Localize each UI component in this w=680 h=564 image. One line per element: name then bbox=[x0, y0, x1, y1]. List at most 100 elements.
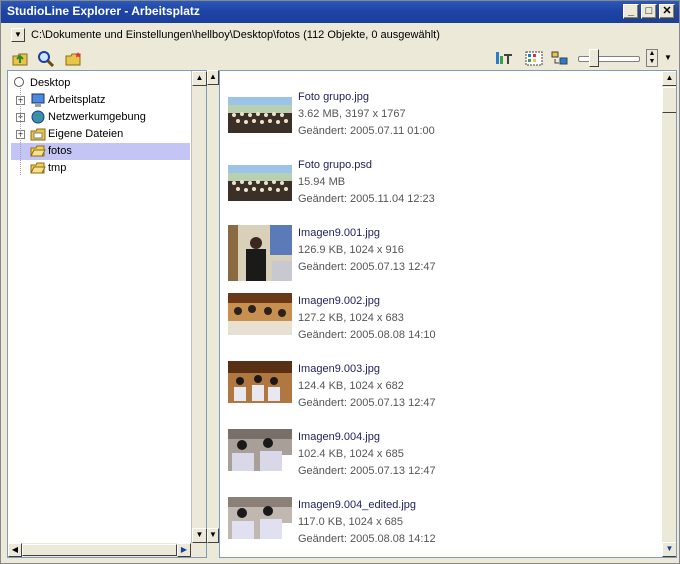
address-bar: ▼ C:\Dokumente und Einstellungen\hellboy… bbox=[5, 26, 677, 45]
tree-connector-line bbox=[20, 85, 21, 175]
file-size: 124.4 KB, 1024 x 682 bbox=[298, 380, 404, 392]
file-item[interactable]: Imagen9.004.jpg 102.4 KB, 1024 x 685 Geä… bbox=[228, 429, 658, 495]
address-path[interactable]: C:\Dokumente und Einstellungen\hellboy\D… bbox=[31, 29, 440, 41]
slider-handle[interactable] bbox=[589, 49, 599, 67]
chevron-down-icon[interactable]: ▼ bbox=[649, 58, 656, 65]
tree-item-desktop[interactable]: Desktop bbox=[8, 75, 190, 92]
tree-item-fotos[interactable]: fotos bbox=[11, 143, 190, 160]
scroll-down-button[interactable]: ▼ bbox=[662, 542, 676, 557]
file-item[interactable]: Imagen9.003.jpg 124.4 KB, 1024 x 682 Geä… bbox=[228, 361, 658, 427]
file-info: Foto grupo.psd 15.94 MB Geändert: 2005.1… bbox=[298, 157, 435, 208]
file-info: Imagen9.004.jpg 102.4 KB, 1024 x 685 Geä… bbox=[298, 429, 436, 480]
file-size: 15.94 MB bbox=[298, 176, 346, 188]
file-size: 126.9 KB, 1024 x 916 bbox=[298, 244, 404, 256]
tree-item-netzwerkumgebung[interactable]: + Netzwerkumgebung bbox=[8, 109, 190, 126]
new-folder-icon[interactable] bbox=[65, 50, 83, 67]
address-dropdown-button[interactable]: ▼ bbox=[11, 28, 25, 42]
chevron-up-icon[interactable]: ▲ bbox=[649, 50, 656, 57]
sort-icon[interactable] bbox=[495, 50, 513, 67]
view-grid-icon[interactable] bbox=[525, 50, 543, 67]
explorer-window: StudioLine Explorer - Arbeitsplatz _ □ ✕… bbox=[0, 0, 680, 564]
file-modified: Geändert: 2005.07.13 12:47 bbox=[298, 465, 436, 477]
tree-horizontal-scrollbar[interactable]: ◀ ▶ bbox=[8, 543, 206, 557]
vertical-scroll-thumb[interactable] bbox=[662, 87, 676, 113]
thumbnail-size-spinner[interactable]: ▲ ▼ bbox=[646, 49, 658, 67]
file-info: Foto grupo.jpg 3.62 MB, 3197 x 1767 Geän… bbox=[298, 89, 435, 140]
maximize-icon: □ bbox=[645, 5, 653, 17]
file-info: Imagen9.004_edited.jpg 117.0 KB, 1024 x … bbox=[298, 497, 436, 548]
file-modified: Geändert: 2005.08.08 14:12 bbox=[298, 533, 436, 545]
splitter-up-button[interactable]: ▲ bbox=[207, 70, 219, 85]
maximize-button[interactable]: □ bbox=[641, 4, 657, 19]
file-modified: Geändert: 2005.11.04 12:23 bbox=[298, 193, 435, 205]
toolbar-overflow-icon[interactable]: ▼ bbox=[664, 53, 672, 62]
file-name: Foto grupo.jpg bbox=[298, 91, 369, 103]
close-icon: ✕ bbox=[662, 5, 672, 17]
chevron-down-icon: ▼ bbox=[14, 30, 22, 39]
thumbnail-image[interactable] bbox=[228, 165, 292, 201]
file-item[interactable]: Imagen9.004_edited.jpg 117.0 KB, 1024 x … bbox=[228, 497, 658, 557]
documents-folder-icon bbox=[30, 127, 46, 142]
close-button[interactable]: ✕ bbox=[659, 4, 675, 19]
tree-item-label: tmp bbox=[48, 162, 67, 174]
file-size: 3.62 MB, 3197 x 1767 bbox=[298, 108, 406, 120]
minimize-icon: _ bbox=[627, 5, 635, 17]
folder-tree-pane: Desktop + Arbeitsplatz + Netzwerkumgebun… bbox=[7, 70, 207, 558]
tree-item-label: Eigene Dateien bbox=[48, 128, 124, 140]
file-modified: Geändert: 2005.08.08 14:10 bbox=[298, 329, 436, 341]
folder-icon bbox=[30, 161, 46, 176]
thumbnail-image[interactable] bbox=[228, 429, 292, 471]
file-modified: Geändert: 2005.07.11 01:00 bbox=[298, 125, 435, 137]
splitter-down-button[interactable]: ▼ bbox=[207, 528, 219, 543]
computer-icon bbox=[30, 93, 46, 108]
pane-splitter[interactable]: ▲ ▼ bbox=[207, 70, 219, 558]
window-title: StudioLine Explorer - Arbeitsplatz bbox=[7, 4, 200, 18]
search-icon[interactable] bbox=[37, 50, 55, 68]
tree-item-label: Netzwerkumgebung bbox=[48, 111, 146, 123]
thumbnail-image[interactable] bbox=[228, 97, 292, 133]
folder-tree: Desktop + Arbeitsplatz + Netzwerkumgebun… bbox=[8, 71, 190, 543]
scroll-up-button[interactable]: ▲ bbox=[192, 71, 207, 86]
scroll-down-button[interactable]: ▼ bbox=[192, 528, 207, 543]
thumbnail-image[interactable] bbox=[228, 225, 292, 281]
thumbnail-image[interactable] bbox=[228, 361, 292, 403]
scroll-right-button[interactable]: ▶ bbox=[177, 543, 191, 557]
file-list-pane: Foto grupo.jpg 3.62 MB, 3197 x 1767 Geän… bbox=[219, 70, 677, 558]
arrange-icon[interactable] bbox=[551, 50, 569, 67]
desktop-icon bbox=[14, 77, 24, 87]
file-modified: Geändert: 2005.07.13 12:47 bbox=[298, 397, 436, 409]
file-item[interactable]: Foto grupo.psd 15.94 MB Geändert: 2005.1… bbox=[228, 157, 658, 223]
file-info: Imagen9.002.jpg 127.2 KB, 1024 x 683 Geä… bbox=[298, 293, 436, 344]
file-modified: Geändert: 2005.07.13 12:47 bbox=[298, 261, 436, 273]
minimize-button[interactable]: _ bbox=[623, 4, 639, 19]
network-globe-icon bbox=[30, 110, 46, 125]
file-name: Imagen9.004_edited.jpg bbox=[298, 499, 417, 511]
file-size: 117.0 KB, 1024 x 685 bbox=[298, 516, 403, 528]
title-bar[interactable]: StudioLine Explorer - Arbeitsplatz _ □ ✕ bbox=[1, 1, 679, 23]
scroll-up-button[interactable]: ▲ bbox=[662, 71, 676, 86]
file-size: 102.4 KB, 1024 x 685 bbox=[298, 448, 404, 460]
horizontal-scroll-thumb[interactable] bbox=[22, 544, 177, 556]
up-folder-icon[interactable] bbox=[11, 50, 29, 67]
file-list-vertical-scrollbar[interactable]: ▲ ▼ bbox=[662, 71, 676, 557]
file-item[interactable]: Imagen9.002.jpg 127.2 KB, 1024 x 683 Geä… bbox=[228, 293, 658, 359]
file-name: Imagen9.003.jpg bbox=[298, 363, 380, 375]
tree-item-arbeitsplatz[interactable]: + Arbeitsplatz bbox=[8, 92, 190, 109]
tree-item-label: fotos bbox=[48, 145, 72, 157]
file-item[interactable]: Imagen9.001.jpg 126.9 KB, 1024 x 916 Geä… bbox=[228, 225, 658, 291]
thumbnail-image[interactable] bbox=[228, 497, 292, 539]
thumbnail-size-slider[interactable] bbox=[578, 56, 640, 62]
tree-vertical-scrollbar[interactable]: ▲ ▼ bbox=[191, 71, 207, 543]
tree-item-label: Arbeitsplatz bbox=[48, 94, 106, 106]
tree-item-tmp[interactable]: tmp bbox=[8, 160, 190, 177]
thumbnail-image[interactable] bbox=[228, 293, 292, 335]
tree-item-label: Desktop bbox=[30, 77, 71, 89]
folder-open-icon bbox=[30, 144, 46, 159]
file-info: Imagen9.003.jpg 124.4 KB, 1024 x 682 Geä… bbox=[298, 361, 436, 412]
file-item[interactable]: Foto grupo.jpg 3.62 MB, 3197 x 1767 Geän… bbox=[228, 89, 658, 155]
file-name: Imagen9.002.jpg bbox=[298, 295, 380, 307]
scroll-left-button[interactable]: ◀ bbox=[8, 543, 22, 557]
file-info: Imagen9.001.jpg 126.9 KB, 1024 x 916 Geä… bbox=[298, 225, 436, 276]
file-name: Imagen9.004.jpg bbox=[298, 431, 380, 443]
tree-item-eigene-dateien[interactable]: + Eigene Dateien bbox=[8, 126, 190, 143]
